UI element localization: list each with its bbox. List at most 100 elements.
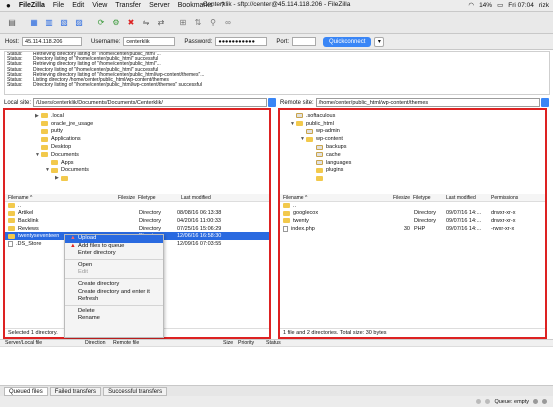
queue-list[interactable] bbox=[0, 347, 553, 384]
queue-col-priority[interactable]: Priority bbox=[238, 340, 266, 346]
file-row[interactable]: Reviews Directory 07/25/16 15:06:29 bbox=[5, 225, 269, 233]
tree-node[interactable]: wp-admin bbox=[280, 128, 545, 136]
cancel-icon[interactable]: ✖ bbox=[125, 17, 137, 29]
local-path-input[interactable]: /Users/centerklik/Documents/Documents/Ce… bbox=[33, 98, 267, 107]
password-input[interactable]: ●●●●●●●●●●● bbox=[215, 37, 268, 46]
battery-icon[interactable]: ▭ bbox=[497, 1, 503, 9]
toggle-tree-icon[interactable]: ▥ bbox=[43, 17, 55, 29]
toggle-log-icon[interactable]: ▦ bbox=[28, 17, 40, 29]
queue-col-local-file[interactable]: Server/Local file bbox=[5, 340, 85, 346]
col-filetype[interactable]: Filetype bbox=[135, 195, 173, 201]
tree-node[interactable]: ▶ .local bbox=[5, 112, 269, 120]
tree-node[interactable]: cache bbox=[280, 151, 545, 159]
tree-node[interactable]: ▼ wp-content bbox=[280, 135, 545, 143]
menu-edit[interactable]: Edit bbox=[72, 2, 84, 9]
tree-node[interactable]: .softaculous bbox=[280, 112, 545, 120]
tree-node[interactable]: plugins bbox=[280, 167, 545, 175]
menu-item-enter-directory[interactable]: Enter directory bbox=[65, 250, 163, 258]
file-row[interactable]: index.php 30 PHP 09/07/16 14:... -rwxr-xr-x bbox=[280, 225, 545, 233]
menu-item-create-directory-and-enter-it[interactable]: Create directory and enter it bbox=[65, 289, 163, 297]
remote-file-list[interactable]: Filename ^ Filesize Filetype Last modifi… bbox=[280, 194, 545, 328]
apple-icon[interactable]: ● bbox=[6, 1, 11, 10]
col-last-modified[interactable]: Last modified bbox=[173, 195, 243, 201]
tab-successful-transfers[interactable]: Successful transfers bbox=[103, 386, 168, 396]
menu-help[interactable]: ? bbox=[221, 2, 225, 9]
col-permissions[interactable]: Permissions bbox=[487, 195, 527, 201]
tree-node[interactable]: languages bbox=[280, 159, 545, 167]
app-menu[interactable]: FileZilla bbox=[19, 2, 45, 9]
speed-limit-icon[interactable] bbox=[485, 399, 491, 404]
menu-view[interactable]: View bbox=[92, 2, 107, 9]
tree-node[interactable]: Apps bbox=[5, 159, 269, 167]
binoculars-icon[interactable]: ∞ bbox=[222, 17, 234, 29]
tab-failed-transfers[interactable]: Failed transfers bbox=[49, 386, 102, 396]
tab-queued-files[interactable]: Queued files bbox=[4, 386, 48, 396]
col-filename[interactable]: Filename ^ bbox=[280, 195, 385, 201]
file-row[interactable]: Artikel Directory 08/08/16 06:13:38 bbox=[5, 210, 269, 218]
tree-node[interactable]: backups bbox=[280, 143, 545, 151]
queue-col-direction[interactable]: Direction bbox=[85, 340, 113, 346]
search-icon[interactable]: ⚲ bbox=[207, 17, 219, 29]
file-row[interactable]: Backlink Directory 04/20/16 11:00:33 bbox=[5, 217, 269, 225]
remote-path-dropdown[interactable] bbox=[541, 98, 549, 107]
file-type: Directory bbox=[139, 225, 162, 232]
queue-col-remote-file[interactable]: Remote file bbox=[113, 340, 223, 346]
process-queue-icon[interactable]: ⚙ bbox=[110, 17, 122, 29]
menu-server[interactable]: Server bbox=[149, 2, 170, 9]
refresh-icon[interactable]: ⟳ bbox=[95, 17, 107, 29]
local-tree[interactable]: ▶ .local oracle_jre_usage putty Applications… bbox=[5, 110, 269, 192]
remote-tree[interactable]: .softaculous ▼ public_html wp-admin ▼ wp-cont… bbox=[280, 110, 545, 192]
port-input[interactable] bbox=[292, 37, 317, 46]
tree-node[interactable]: Applications bbox=[5, 135, 269, 143]
remote-path-input[interactable]: /home/center/public_html/wp-content/them… bbox=[315, 98, 540, 107]
file-row[interactable]: .. bbox=[5, 202, 269, 210]
menu-item-add-files-to-queue[interactable]: ▲ Add files to queue bbox=[65, 243, 163, 251]
message-log[interactable]: Status: Retrieving directory listing of "… bbox=[4, 51, 550, 95]
col-filetype[interactable]: Filetype bbox=[410, 195, 442, 201]
folder-icon bbox=[8, 203, 15, 209]
menu-item-rename[interactable]: Rename bbox=[65, 315, 163, 323]
queue-col-size[interactable]: Size bbox=[223, 340, 238, 346]
quickconnect-button[interactable]: Quickconnect bbox=[323, 36, 372, 47]
file-row[interactable]: twenty Directory 09/07/16 14:... drwxr-xr-x bbox=[280, 217, 545, 225]
queue-col-status[interactable]: Status bbox=[266, 340, 296, 346]
host-input[interactable]: 45.114.118.206 bbox=[22, 37, 83, 46]
file-row[interactable]: googlecox Directory 09/07/16 14:... drwxr-x… bbox=[280, 210, 545, 218]
file-row[interactable]: .. bbox=[280, 202, 545, 210]
username-input[interactable]: centerklik bbox=[123, 37, 176, 46]
tree-node[interactable]: ▼ Documents bbox=[5, 167, 269, 175]
site-manager-icon[interactable]: ▤ bbox=[6, 17, 18, 29]
reconnect-icon[interactable]: ⇄ bbox=[155, 17, 167, 29]
menu-file[interactable]: File bbox=[53, 2, 64, 9]
clock[interactable]: Fri 07:04 bbox=[508, 2, 534, 9]
quickconnect-dropdown-button[interactable]: ▾ bbox=[374, 36, 385, 47]
wifi-icon[interactable]: ◠ bbox=[468, 1, 474, 9]
menu-item-open[interactable]: Open bbox=[65, 262, 163, 270]
menu-item-delete[interactable]: Delete bbox=[65, 308, 163, 316]
col-last-modified[interactable]: Last modified bbox=[442, 195, 487, 201]
user-name[interactable]: rizk bbox=[539, 2, 549, 9]
menu-bookmarks[interactable]: Bookmarks bbox=[178, 2, 213, 9]
toggle-remote-tree-icon[interactable]: ▧ bbox=[58, 17, 70, 29]
toggle-queue-icon[interactable]: ▨ bbox=[73, 17, 85, 29]
tree-node[interactable]: ▼ Documents bbox=[5, 151, 269, 159]
tree-node[interactable]: putty bbox=[5, 128, 269, 136]
sync-browsing-icon[interactable]: ⇅ bbox=[192, 17, 204, 29]
menu-transfer[interactable]: Transfer bbox=[115, 2, 141, 9]
menu-item-create-directory[interactable]: Create directory bbox=[65, 281, 163, 289]
col-filename[interactable]: Filename ^ bbox=[5, 195, 110, 201]
col-filesize[interactable]: Filesize bbox=[110, 195, 135, 201]
encryption-icon[interactable] bbox=[476, 399, 482, 404]
tree-node[interactable]: ▼ public_html bbox=[280, 120, 545, 128]
tree-node[interactable]: Desktop bbox=[5, 143, 269, 151]
menu-item-upload[interactable]: ▲ Upload bbox=[65, 235, 163, 243]
tree-node[interactable]: oracle_jre_usage bbox=[5, 120, 269, 128]
menu-item-label: Add files to queue bbox=[78, 242, 125, 249]
menu-item-refresh[interactable]: Refresh bbox=[65, 296, 163, 304]
directory-comparison-icon[interactable]: ⊞ bbox=[177, 17, 189, 29]
tree-node[interactable]: ▶ bbox=[5, 174, 269, 182]
disconnect-icon[interactable]: ⇋ bbox=[140, 17, 152, 29]
tree-node[interactable] bbox=[280, 174, 545, 182]
local-path-dropdown[interactable] bbox=[268, 98, 276, 107]
col-filesize[interactable]: Filesize bbox=[385, 195, 410, 201]
